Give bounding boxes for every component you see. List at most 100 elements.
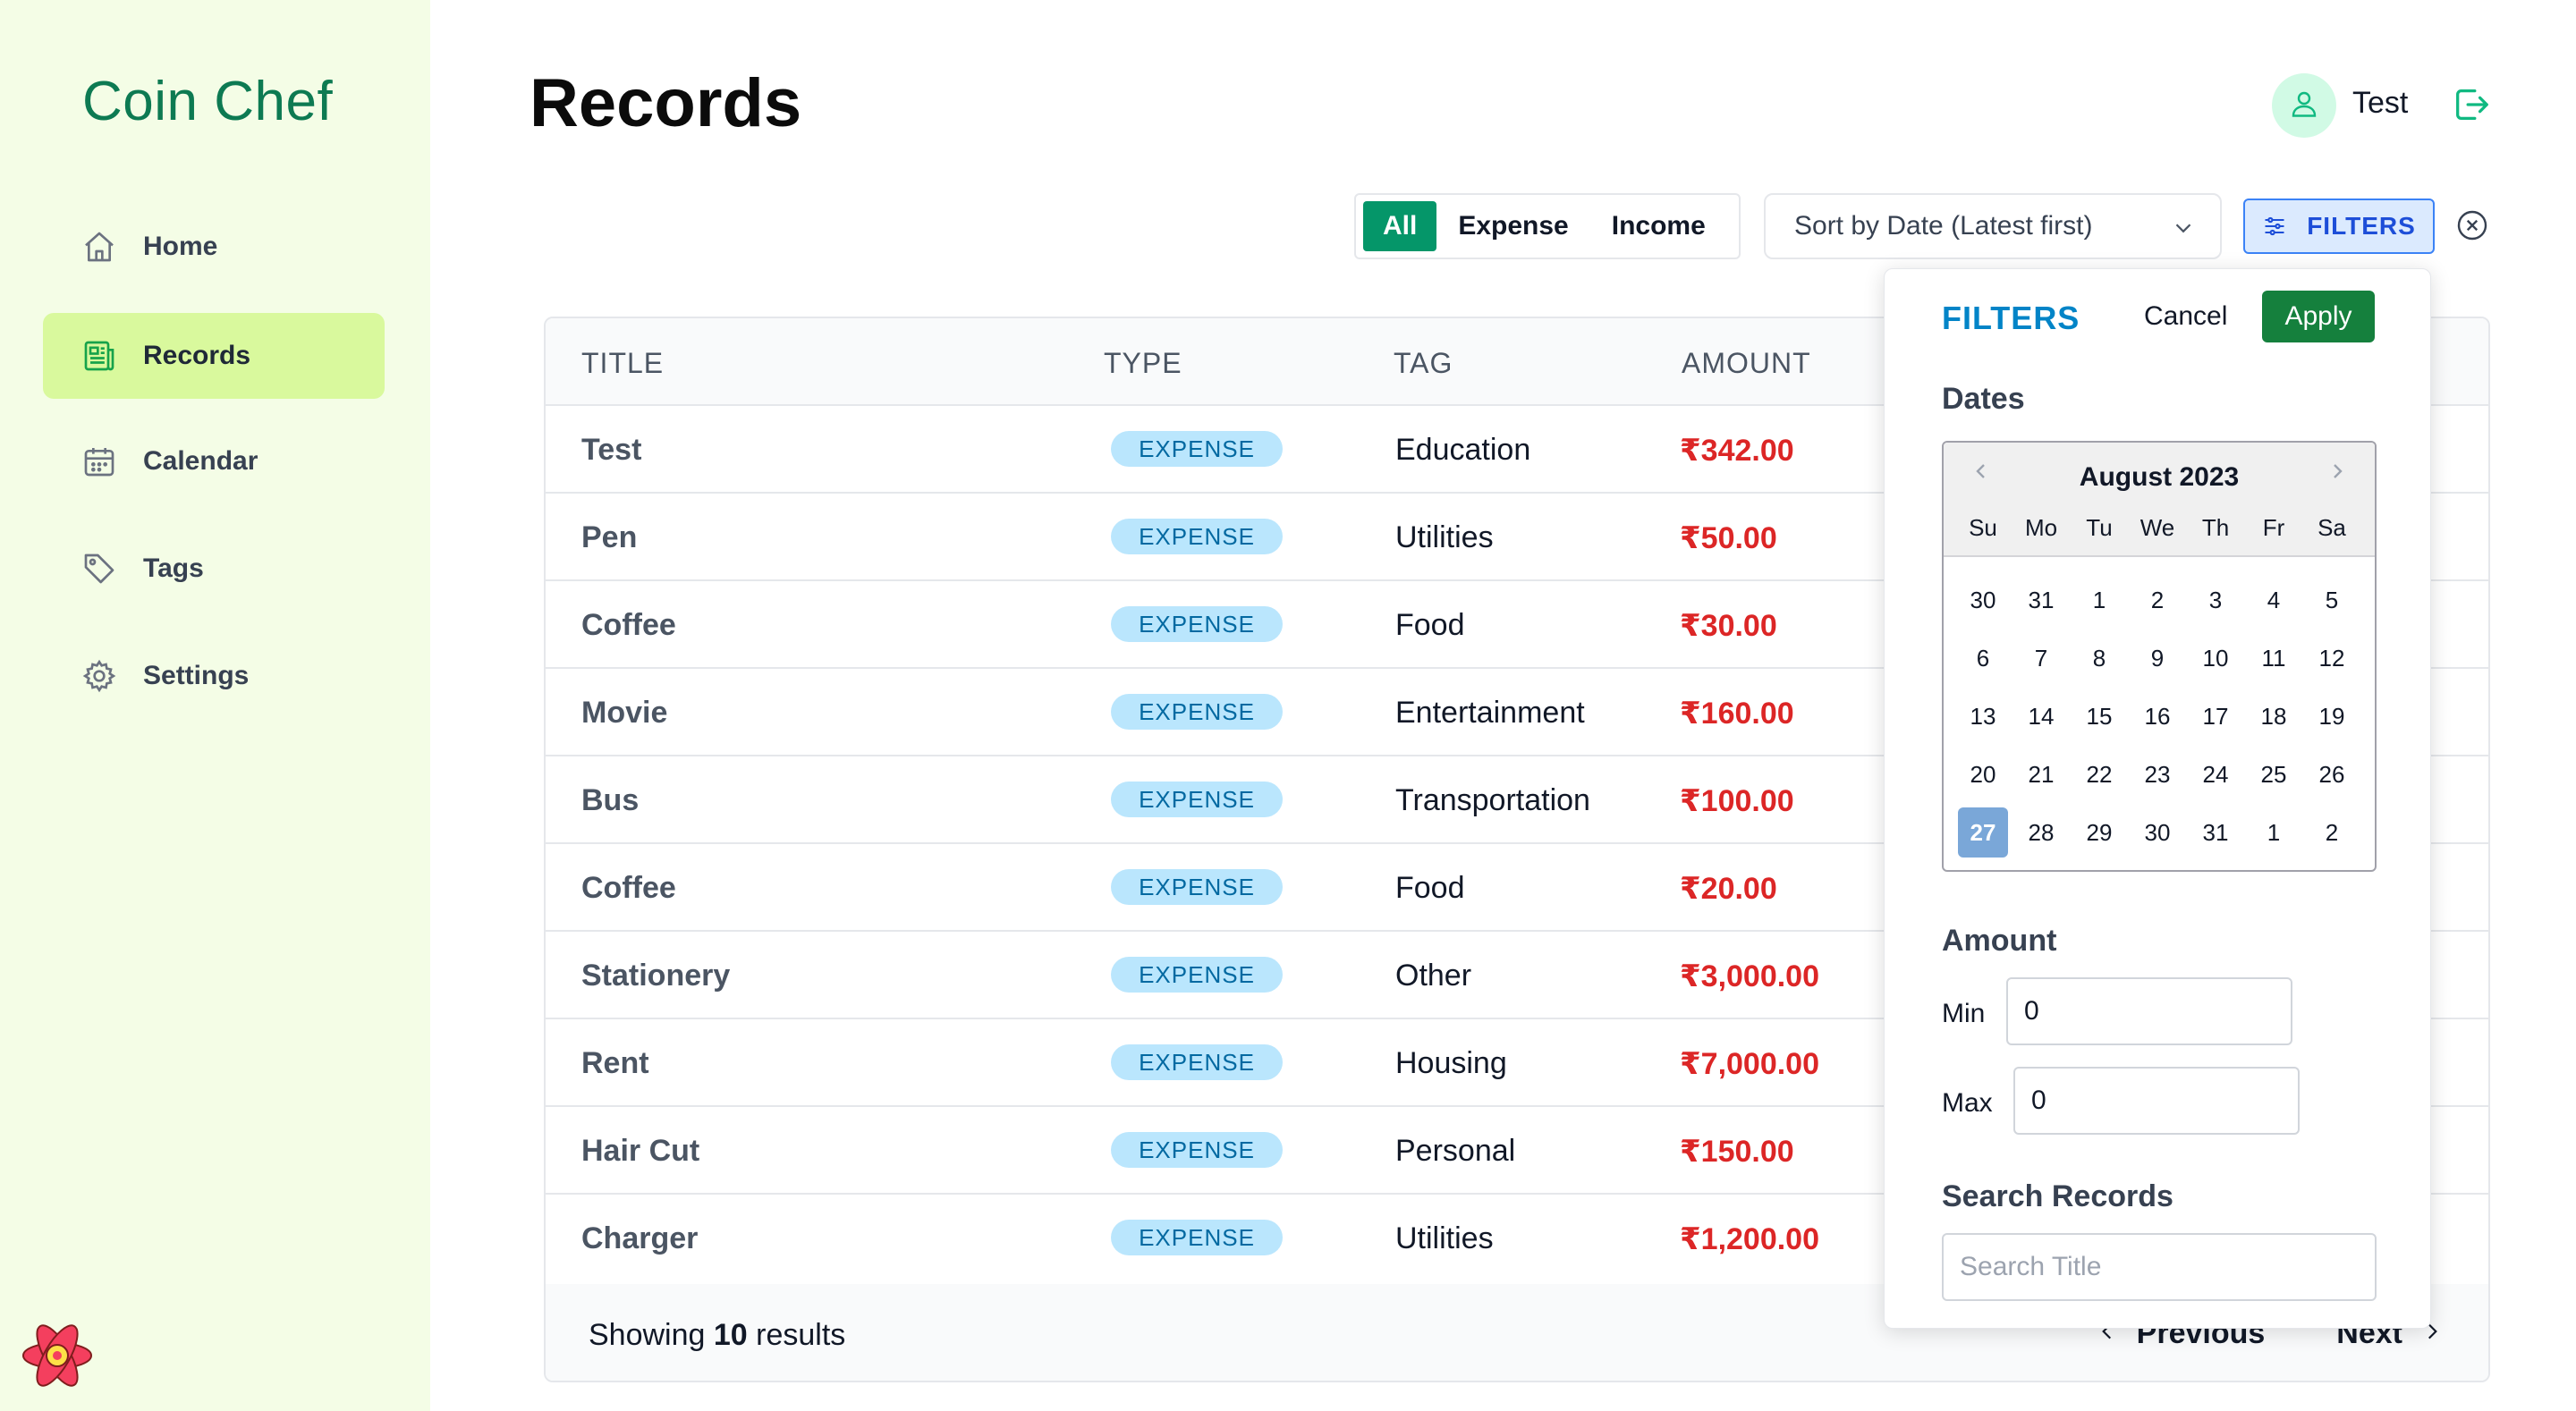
record-amount: ₹50.00	[1680, 521, 1777, 555]
calendar-month: August 2023	[2079, 462, 2240, 492]
type-badge: EXPENSE	[1111, 782, 1283, 817]
search-title-input[interactable]	[1942, 1233, 2377, 1301]
calendar-day[interactable]: 26	[2307, 749, 2357, 799]
sidebar-item-home[interactable]: Home	[43, 204, 385, 290]
sidebar-item-label: Settings	[143, 661, 250, 690]
calendar-day[interactable]: 1	[2249, 807, 2299, 858]
amount-label: Amount	[1942, 924, 2057, 958]
type-filter-tabs: All Expense Income	[1354, 193, 1741, 259]
calendar-day[interactable]: 12	[2307, 633, 2357, 683]
max-label: Max	[1942, 1088, 1993, 1118]
calendar-day[interactable]: 27	[1958, 807, 2008, 858]
calendar-header: August 2023 Su Mo Tu We Th Fr Sa	[1944, 443, 2375, 557]
record-amount: ₹342.00	[1680, 434, 1794, 468]
sidebar-item-calendar[interactable]: Calendar	[43, 418, 385, 504]
calendar-day[interactable]: 31	[2016, 575, 2066, 625]
date-picker: August 2023 Su Mo Tu We Th Fr Sa 30 31 1 2 3…	[1942, 441, 2377, 872]
weekday-label: Tu	[2086, 514, 2113, 541]
sidebar-item-tags[interactable]: Tags	[43, 526, 385, 612]
tab-all[interactable]: All	[1363, 201, 1437, 251]
column-header-title: TITLE	[581, 347, 665, 379]
weekday-label: Mo	[2024, 514, 2058, 541]
calendar-day[interactable]: 13	[1958, 691, 2008, 741]
calendar-day[interactable]: 9	[2132, 633, 2182, 683]
calendar-day[interactable]: 30	[2132, 807, 2182, 858]
max-amount-input[interactable]	[2013, 1067, 2300, 1135]
calendar-day[interactable]: 3	[2190, 575, 2241, 625]
record-amount: ₹20.00	[1680, 872, 1777, 906]
calendar-day[interactable]: 7	[2016, 633, 2066, 683]
type-badge: EXPENSE	[1111, 869, 1283, 905]
logout-icon[interactable]	[2451, 84, 2492, 125]
type-badge: EXPENSE	[1111, 694, 1283, 730]
calendar-day[interactable]: 23	[2132, 749, 2182, 799]
calendar-day[interactable]: 31	[2190, 807, 2241, 858]
sidebar-item-label: Home	[143, 232, 218, 261]
clear-filters-icon[interactable]	[2456, 209, 2488, 241]
calendar-day[interactable]: 22	[2074, 749, 2124, 799]
record-amount: ₹160.00	[1680, 697, 1794, 731]
type-badge: EXPENSE	[1111, 1044, 1283, 1080]
type-badge: EXPENSE	[1111, 519, 1283, 554]
calendar-day[interactable]: 5	[2307, 575, 2357, 625]
avatar[interactable]	[2272, 73, 2336, 138]
cancel-button[interactable]: Cancel	[2144, 301, 2227, 332]
type-badge: EXPENSE	[1111, 1132, 1283, 1168]
app-root: Coin Chef Home Records Calendar Tags Set…	[0, 0, 2576, 1411]
sort-select[interactable]: Sort by Date (Latest first)	[1764, 193, 2222, 259]
record-amount: ₹100.00	[1680, 784, 1794, 818]
record-tag: Transportation	[1395, 783, 1590, 817]
calendar-day[interactable]: 8	[2074, 633, 2124, 683]
next-month-icon[interactable]	[2321, 455, 2353, 487]
calendar-day[interactable]: 4	[2249, 575, 2299, 625]
calendar-day[interactable]: 2	[2307, 807, 2357, 858]
type-badge: EXPENSE	[1111, 1220, 1283, 1255]
records-icon	[80, 337, 118, 375]
sidebar: Coin Chef Home Records Calendar Tags Set…	[0, 0, 430, 1411]
weekday-label: We	[2140, 514, 2175, 541]
record-title: Pen	[581, 520, 638, 554]
record-title: Coffee	[581, 871, 676, 905]
calendar-day[interactable]: 15	[2074, 691, 2124, 741]
calendar-day[interactable]: 24	[2190, 749, 2241, 799]
record-amount: ₹7,000.00	[1680, 1047, 1820, 1081]
calendar-day[interactable]: 20	[1958, 749, 2008, 799]
record-tag: Other	[1395, 959, 1472, 993]
record-title: Stationery	[581, 959, 731, 993]
record-title: Movie	[581, 696, 668, 730]
home-icon	[80, 228, 118, 266]
calendar-icon	[80, 443, 118, 480]
calendar-day[interactable]: 6	[1958, 633, 2008, 683]
user-icon	[2288, 88, 2320, 124]
calendar-day[interactable]: 29	[2074, 807, 2124, 858]
sliders-icon	[2262, 214, 2287, 239]
sidebar-item-records[interactable]: Records	[43, 313, 385, 399]
calendar-day[interactable]: 21	[2016, 749, 2066, 799]
record-amount: ₹30.00	[1680, 609, 1777, 643]
calendar-day[interactable]: 18	[2249, 691, 2299, 741]
calendar-day[interactable]: 17	[2190, 691, 2241, 741]
record-title: Test	[581, 433, 642, 467]
calendar-day[interactable]: 1	[2074, 575, 2124, 625]
calendar-day[interactable]: 19	[2307, 691, 2357, 741]
tab-expense[interactable]: Expense	[1436, 201, 1589, 251]
tab-income[interactable]: Income	[1590, 201, 1727, 251]
apply-button[interactable]: Apply	[2262, 291, 2375, 342]
filters-button[interactable]: FILTERS	[2243, 199, 2435, 254]
record-tag: Utilities	[1395, 1221, 1494, 1255]
min-label: Min	[1942, 999, 1986, 1028]
app-logo[interactable]: Coin Chef	[82, 70, 333, 133]
calendar-day[interactable]: 25	[2249, 749, 2299, 799]
calendar-day[interactable]: 30	[1958, 575, 2008, 625]
calendar-day[interactable]: 2	[2132, 575, 2182, 625]
calendar-day[interactable]: 14	[2016, 691, 2066, 741]
sidebar-item-settings[interactable]: Settings	[43, 633, 385, 719]
sidebar-item-label: Records	[143, 341, 251, 370]
calendar-day[interactable]: 11	[2249, 633, 2299, 683]
calendar-day[interactable]: 10	[2190, 633, 2241, 683]
calendar-day[interactable]: 16	[2132, 691, 2182, 741]
sidebar-item-label: Calendar	[143, 446, 258, 476]
calendar-day[interactable]: 28	[2016, 807, 2066, 858]
min-amount-input[interactable]	[2006, 977, 2292, 1045]
record-title: Charger	[581, 1221, 699, 1255]
